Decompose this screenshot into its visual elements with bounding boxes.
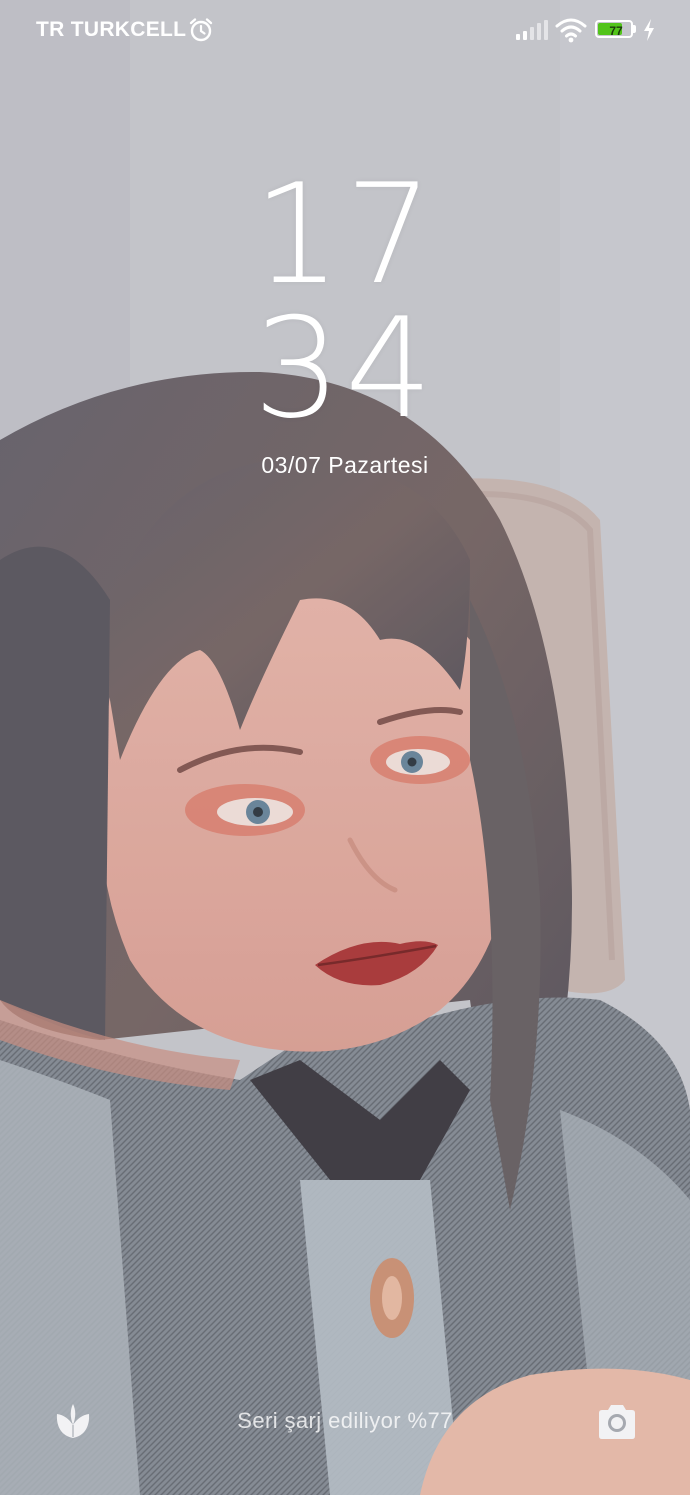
lock-screen[interactable]: TR TURKCELL 77 17 34 03/07 Pazartesi Ser… [0, 0, 690, 1495]
carrier-name: TR TURKCELL [36, 18, 187, 41]
clock-hours: 17 [253, 154, 437, 315]
date-label: 03/07 Pazartesi [261, 452, 429, 478]
camera-icon[interactable] [595, 1401, 639, 1443]
clock-minutes: 34 [253, 288, 437, 449]
wifi-icon [555, 18, 587, 43]
signal-strength-icon [516, 20, 548, 40]
alarm-clock-icon [189, 18, 213, 42]
battery-cap [633, 25, 636, 33]
charging-status-text: Seri şarj ediliyor %77 [237, 1408, 453, 1433]
status-bar: TR TURKCELL 77 [0, 0, 690, 60]
battery-level: 77 [609, 24, 623, 38]
battery-body: 77 [595, 20, 633, 38]
charging-bolt-icon [644, 19, 654, 41]
battery-icon: 77 [595, 20, 637, 40]
